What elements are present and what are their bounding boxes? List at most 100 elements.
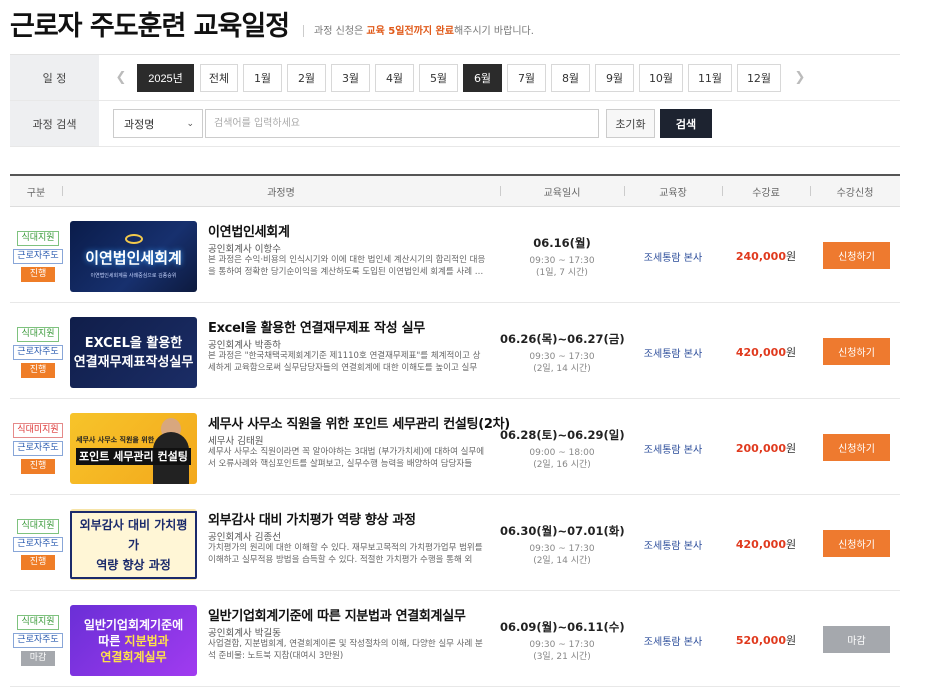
month-all-button[interactable]: 전체 <box>200 63 238 92</box>
fee-unit: 원 <box>785 250 797 263</box>
type-badge: 근로자주도 <box>13 441 63 456</box>
course-title[interactable]: 이연법인세회계 <box>208 221 290 240</box>
chevron-left-icon[interactable]: ❮ <box>113 70 129 85</box>
search-type-select[interactable]: 과정명 ⌄ <box>113 109 203 138</box>
date-range: 06.26(목)~06.27(금) <box>500 332 625 346</box>
header-place: 교육장 <box>624 184 722 199</box>
fee-amount: 520,000 <box>735 634 786 647</box>
course-table: 구분 과정명 교육일시 교육장 수강료 수강신청 식대지원 근로자주도 진행 이… <box>10 174 900 687</box>
search-type-value: 과정명 <box>124 117 155 131</box>
header-fee: 수강료 <box>722 184 810 199</box>
header-category: 구분 <box>26 187 46 199</box>
course-title[interactable]: 외부감사 대비 가치평가 역량 향상 과정 <box>208 509 416 528</box>
month-7-button[interactable]: 7월 <box>507 63 546 92</box>
header-course: 과정명 <box>62 184 500 199</box>
course-thumbnail[interactable]: 세무사 사무소 직원을 위한 포인트 세무관리 컨설팅 <box>70 413 197 484</box>
meal-badge: 식대지원 <box>17 231 59 246</box>
title-divider <box>303 25 305 37</box>
course-fee: 420,000원 <box>722 344 810 360</box>
schedule-label: 일 정 <box>10 55 99 100</box>
thumb-line1: 외부감사 대비 가치평가 <box>79 517 188 552</box>
course-date: 06.09(월)~06.11(수) 09:30 ~ 17:30 (3일, 21 … <box>500 619 625 663</box>
course-date: 06.28(토)~06.29(일) 09:00 ~ 18:00 (2일, 16 … <box>500 427 625 471</box>
schedule-row: 일 정 ❮ 2025년 전체 1월 2월 3월 4월 5월 6월 7월 8월 9… <box>10 55 900 101</box>
month-6-button[interactable]: 6월 <box>463 63 502 92</box>
course-title[interactable]: Excel을 활용한 연결재무제표 작성 실무 <box>208 317 425 336</box>
course-place[interactable]: 조세통람 본사 <box>624 345 722 360</box>
course-place[interactable]: 조세통람 본사 <box>624 249 722 264</box>
course-thumbnail[interactable]: 이연법인세회계 이연법인세회계를 사례중심으로 김종승위 <box>70 221 197 292</box>
course-desc: 세무사 사무소 직원이라면 꼭 알아야하는 3대법 (부가가치세)에 대하여 실… <box>208 447 485 469</box>
table-row: 식대지원 근로자주도 마감 일반기업회계기준에 따른 지분법과 연결회계실무 일… <box>10 591 900 687</box>
fee-unit: 원 <box>785 538 797 551</box>
time-range: 09:30 ~ 17:30 <box>529 256 595 266</box>
month-5-button[interactable]: 5월 <box>419 63 458 92</box>
month-4-button[interactable]: 4월 <box>375 63 414 92</box>
month-8-button[interactable]: 8월 <box>551 63 590 92</box>
year-button[interactable]: 2025년 <box>137 63 194 92</box>
status-badge: 마감 <box>20 651 56 666</box>
duration: (2일, 14 시간) <box>533 364 591 374</box>
date-range: 06.30(월)~07.01(화) <box>500 524 625 538</box>
meal-badge: 식대미지원 <box>13 423 63 438</box>
type-badge: 근로자주도 <box>13 537 63 552</box>
status-badge: 진행 <box>20 555 56 570</box>
status-badge: 진행 <box>20 267 56 282</box>
thumb-line2: 역량 향상 과정 <box>96 557 171 572</box>
page-header: 근로자 주도훈련 교육일정 과정 신청은 교육 5일전까지 완료해주시기 바랍니… <box>10 8 534 46</box>
course-date: 06.26(목)~06.27(금) 09:30 ~ 17:30 (2일, 14 … <box>500 331 625 375</box>
instructor: 공인회계사 이항수 <box>208 244 281 255</box>
month-10-button[interactable]: 10월 <box>639 63 683 92</box>
course-thumbnail[interactable]: 외부감사 대비 가치평가 역량 향상 과정 <box>70 509 197 580</box>
course-title[interactable]: 일반기업회계기준에 따른 지분법과 연결회계실무 <box>208 605 466 624</box>
fee-amount: 420,000 <box>735 538 786 551</box>
reset-button[interactable]: 초기화 <box>606 109 655 138</box>
month-3-button[interactable]: 3월 <box>331 63 370 92</box>
row-badges: 식대지원 근로자주도 진행 <box>13 327 63 381</box>
apply-button[interactable]: 신청하기 <box>823 338 890 365</box>
status-badge: 진행 <box>20 459 56 474</box>
chevron-down-icon: ⌄ <box>186 118 194 129</box>
duration: (1일, 7 시간) <box>536 268 588 278</box>
search-row: 과정 검색 과정명 ⌄ 초기화 검색 <box>10 101 900 147</box>
month-1-button[interactable]: 1월 <box>243 63 282 92</box>
time-range: 09:00 ~ 18:00 <box>529 448 595 458</box>
month-11-button[interactable]: 11월 <box>688 63 732 92</box>
table-row: 식대지원 근로자주도 진행 이연법인세회계 이연법인세회계를 사례중심으로 김종… <box>10 207 900 303</box>
thumb-line2b: 지분법과 <box>124 633 169 648</box>
course-fee: 420,000원 <box>722 536 810 552</box>
thumb-line0: 세무사 사무소 직원을 위한 <box>76 435 155 444</box>
thumb-line2: 따른 지분법과 <box>98 633 168 649</box>
thumb-line1: 포인트 세무관리 컨설팅 <box>76 447 191 465</box>
search-input[interactable] <box>205 109 599 138</box>
apply-button[interactable]: 신청하기 <box>823 434 890 461</box>
course-place[interactable]: 조세통람 본사 <box>624 441 722 456</box>
notice-highlight: 교육 5일전까지 완료 <box>366 26 454 37</box>
meal-badge: 식대지원 <box>17 519 59 534</box>
course-fee: 200,000원 <box>722 440 810 456</box>
search-controls: 과정명 ⌄ 초기화 검색 <box>99 101 900 146</box>
row-badges: 식대지원 근로자주도 마감 <box>13 615 63 669</box>
notice-suffix: 해주시기 바랍니다. <box>453 26 534 37</box>
time-range: 09:30 ~ 17:30 <box>529 544 595 554</box>
chevron-right-icon[interactable]: ❯ <box>792 70 808 85</box>
row-badges: 식대지원 근로자주도 진행 <box>13 231 63 285</box>
apply-button[interactable]: 신청하기 <box>823 530 890 557</box>
course-title[interactable]: 세무사 사무소 직원을 위한 포인트 세무관리 컨설팅(2차) <box>208 413 510 432</box>
fee-unit: 원 <box>785 634 797 647</box>
month-9-button[interactable]: 9월 <box>595 63 634 92</box>
month-12-button[interactable]: 12월 <box>737 63 781 92</box>
month-2-button[interactable]: 2월 <box>287 63 326 92</box>
header-apply: 수강신청 <box>810 184 900 199</box>
course-fee: 520,000원 <box>722 632 810 648</box>
type-badge: 근로자주도 <box>13 633 63 648</box>
row-badges: 식대미지원 근로자주도 진행 <box>13 423 63 477</box>
course-thumbnail[interactable]: 일반기업회계기준에 따른 지분법과 연결회계실무 <box>70 605 197 676</box>
search-button[interactable]: 검색 <box>660 109 712 138</box>
course-desc: 본 과정은 "한국채택국제회계기준 제1110호 연결재무제표"를 체계적이고 … <box>208 351 481 373</box>
closed-button[interactable]: 마감 <box>823 626 890 653</box>
apply-button[interactable]: 신청하기 <box>823 242 890 269</box>
course-place[interactable]: 조세통람 본사 <box>624 537 722 552</box>
course-place[interactable]: 조세통람 본사 <box>624 633 722 648</box>
course-thumbnail[interactable]: EXCEL을 활용한 연결재무제표작성실무 <box>70 317 197 388</box>
